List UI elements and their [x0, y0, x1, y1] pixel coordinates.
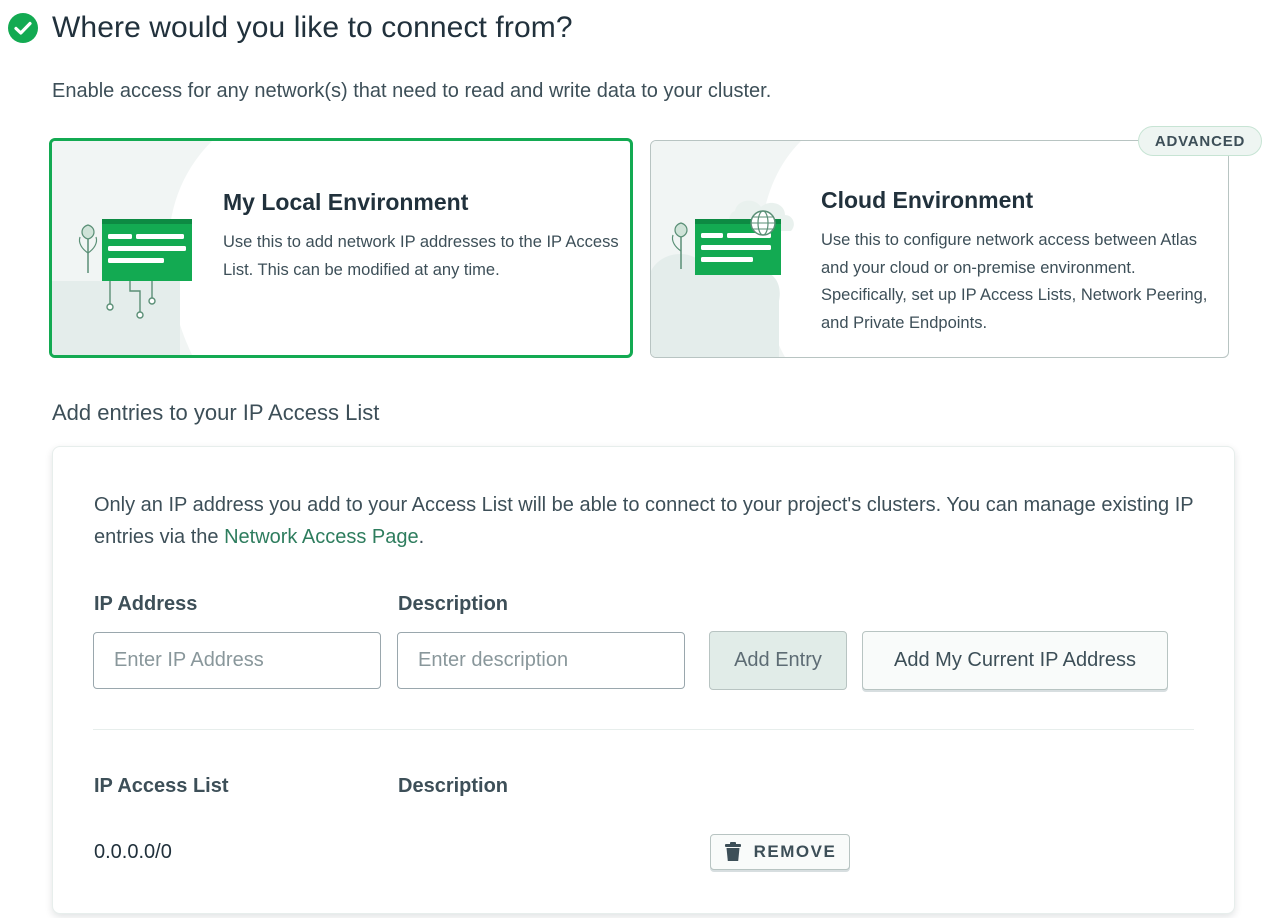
add-entry-button[interactable]: Add Entry — [709, 631, 847, 690]
cloud-environment-description: Use this to configure network access bet… — [821, 231, 1208, 332]
access-list-notice: Only an IP address you add to your Acces… — [94, 489, 1194, 553]
page-subtitle: Enable access for any network(s) that ne… — [52, 80, 772, 102]
network-access-page-link[interactable]: Network Access Page — [224, 526, 419, 548]
cloud-environment-illustration — [651, 141, 801, 357]
step-header: Where would you like to connect from? — [8, 6, 573, 50]
page-title: Where would you like to connect from? — [52, 11, 573, 44]
table-row-ip: 0.0.0.0/0 — [94, 841, 172, 863]
cloud-environment-card[interactable]: Cloud Environment Use this to configure … — [650, 140, 1229, 358]
trash-icon — [724, 842, 742, 862]
access-list-panel: Only an IP address you add to your Acces… — [52, 446, 1235, 914]
ip-address-label: IP Address — [94, 593, 198, 615]
cloud-environment-title: Cloud Environment — [821, 187, 1034, 213]
advanced-badge: ADVANCED — [1138, 126, 1262, 156]
add-current-ip-button[interactable]: Add My Current IP Address — [862, 631, 1168, 690]
notice-end: . — [418, 526, 425, 548]
description-input[interactable] — [397, 632, 685, 689]
local-environment-card[interactable]: My Local Environment Use this to add net… — [49, 138, 633, 358]
remove-button-label: REMOVE — [753, 842, 837, 861]
ip-address-input[interactable] — [93, 632, 381, 689]
form-divider — [93, 729, 1194, 730]
description-column-header: Description — [398, 775, 509, 797]
checkmark-circle-icon — [8, 13, 38, 43]
remove-entry-button[interactable]: REMOVE — [710, 834, 850, 870]
access-list-section-title: Add entries to your IP Access List — [52, 400, 380, 425]
description-label: Description — [398, 593, 509, 615]
ip-access-list-column-header: IP Access List — [94, 775, 229, 797]
local-environment-title: My Local Environment — [223, 189, 469, 215]
local-environment-description: Use this to add network IP addresses to … — [223, 233, 619, 279]
local-environment-illustration — [52, 141, 212, 355]
